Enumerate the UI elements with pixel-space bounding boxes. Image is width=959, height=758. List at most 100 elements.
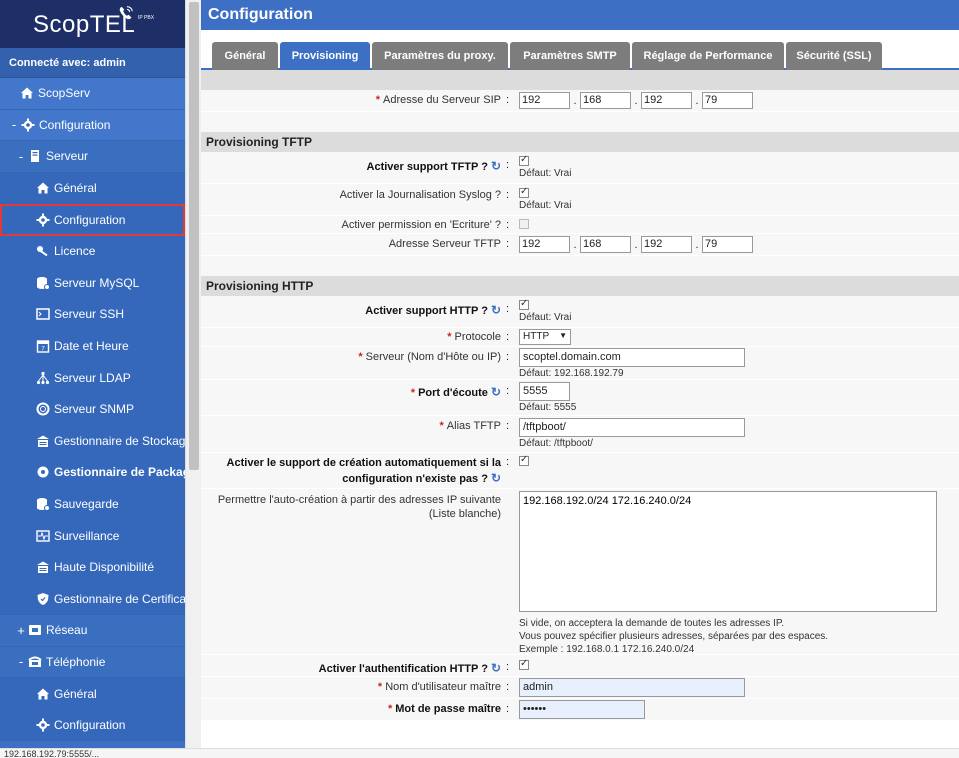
scrollbar-thumb[interactable] — [189, 2, 199, 470]
sip-ip-octet-1[interactable]: 192 — [519, 92, 570, 109]
sidebar-item-configuration[interactable]: Configuration — [0, 709, 185, 742]
tab-ssl[interactable]: Sécurité (SSL) — [786, 42, 882, 70]
lifebuoy-icon — [36, 402, 50, 416]
sip-ip-octet-3[interactable]: 192 — [641, 92, 692, 109]
home-icon — [20, 86, 34, 100]
http-server-label: Serveur (Nom d'Hôte ou IP) — [365, 351, 501, 363]
auth-label: Activer l'authentification HTTP ? — [318, 663, 488, 675]
sidebar-item-serveur-snmp[interactable]: Serveur SNMP — [0, 393, 185, 426]
syslog-label: Activer la Journalisation Syslog ? — [339, 189, 501, 201]
sidebar-item-configuration[interactable]: Configuration — [0, 204, 185, 236]
sip-server-label: Adresse du Serveur SIP — [382, 94, 501, 106]
sidebar-item-label: Serveur — [46, 149, 89, 164]
tab-performance[interactable]: Réglage de Performance — [632, 42, 784, 70]
sidebar-item-label: Général — [54, 181, 97, 196]
tftp-ip-octet-2[interactable]: 168 — [580, 236, 631, 253]
sidebar-item-serveur[interactable]: - Serveur — [0, 141, 185, 173]
sidebar-item-label: Serveur SSH — [54, 307, 125, 322]
alias-row: * Alias TFTP : /tftpboot/Défaut: /tftpboo… — [201, 416, 959, 453]
sidebar-item-g-n-ral[interactable]: Général — [0, 172, 185, 205]
write-permission-checkbox[interactable] — [519, 219, 529, 230]
sidebar-item-sauvegarde[interactable]: Sauvegarde — [0, 488, 185, 521]
password-input[interactable]: •••••• — [519, 700, 645, 719]
http-enable-label: Activer support HTTP ? — [365, 305, 488, 317]
password-row: * Mot de passe maître : •••••• — [201, 699, 959, 721]
sidebar-nav: ScopServ - Configuration - Serveur Général Con… — [0, 78, 185, 742]
alias-label: Alias TFTP — [446, 420, 501, 432]
server-icon — [28, 149, 42, 163]
sidebar-item-label: Téléphonie — [46, 654, 106, 669]
alias-input[interactable]: /tftpboot/ — [519, 418, 745, 437]
user-row: * Nom d'utilisateur maître : admin — [201, 677, 959, 699]
sidebar: ScopTEL IP PBX Connecté avec: admin Scop… — [0, 0, 185, 758]
whitelist-hint-2: Vous pouvez spécifier plusieurs adresses… — [519, 631, 829, 642]
refresh-icon[interactable]: ↻ — [491, 661, 501, 675]
sip-ip-octet-2[interactable]: 168 — [580, 92, 631, 109]
main-content: Configuration Général Provisioning Param… — [201, 0, 959, 758]
user-input[interactable]: admin — [519, 678, 745, 697]
protocol-select[interactable]: HTTP — [519, 329, 571, 345]
key-icon — [36, 244, 50, 258]
tftp-ip-octet-4[interactable]: 79 — [702, 236, 753, 253]
connected-user: Connecté avec: admin — [0, 48, 185, 78]
refresh-icon[interactable]: ↻ — [491, 303, 501, 317]
sidebar-item-label: Serveur MySQL — [54, 275, 140, 290]
sidebar-item-t-l-phonie[interactable]: - Téléphonie — [0, 646, 185, 679]
sidebar-item-label: Haute Disponibilité — [54, 560, 155, 575]
sidebar-item-surveillance[interactable]: Surveillance — [0, 520, 185, 552]
sidebar-item-haute-disponibilit[interactable]: Haute Disponibilité — [0, 551, 185, 584]
refresh-icon[interactable]: ↻ — [491, 385, 501, 399]
expand-toggle[interactable]: + — [16, 623, 26, 638]
refresh-icon[interactable]: ↻ — [491, 159, 501, 173]
sidebar-scrollbar[interactable] — [185, 0, 201, 758]
tftp-ip-octet-3[interactable]: 192 — [641, 236, 692, 253]
sidebar-item-label: Sauvegarde — [54, 497, 119, 512]
sidebar-item-gestionnaire-de-package[interactable]: Gestionnaire de Package — [0, 457, 185, 489]
gear-icon — [36, 718, 50, 732]
syslog-checkbox[interactable] — [519, 186, 529, 199]
http-enable-checkbox[interactable] — [519, 298, 529, 311]
sidebar-item-label: Configuration — [39, 117, 111, 132]
http-server-input[interactable]: scoptel.domain.com — [519, 348, 745, 367]
tab-smtp[interactable]: Paramètres SMTP — [510, 42, 630, 70]
autocreate-label-1: Activer le support de création automatiq… — [226, 457, 501, 469]
network-icon — [28, 623, 42, 637]
sidebar-item-licence[interactable]: Licence — [0, 235, 185, 268]
whitelist-textarea[interactable] — [519, 491, 937, 612]
collapse-toggle[interactable]: - — [16, 149, 26, 164]
tftp-ip-octet-1[interactable]: 192 — [519, 236, 570, 253]
sidebar-item-label: Gestionnaire de Package — [54, 465, 185, 480]
sidebar-item-serveur-ssh[interactable]: Serveur SSH — [0, 299, 185, 331]
logo: ScopTEL IP PBX — [0, 0, 185, 48]
sidebar-item-label: Gestionnaire de Stockage — [54, 433, 185, 448]
port-label: Port d'écoute — [418, 387, 488, 399]
tftp-enable-row: Activer support TFTP ?↻ : Défaut: Vrai — [201, 152, 959, 184]
sidebar-item-scopserv[interactable]: ScopServ — [0, 78, 185, 110]
required-marker: * — [439, 420, 444, 432]
tab-proxy[interactable]: Paramètres du proxy. — [372, 42, 508, 70]
storage-icon — [36, 560, 50, 574]
tftp-enable-checkbox[interactable] — [519, 154, 529, 167]
tab-general[interactable]: Général — [212, 42, 278, 70]
sidebar-item-gestionnaire-de-stockage[interactable]: Gestionnaire de Stockage — [0, 425, 185, 458]
auth-checkbox[interactable] — [519, 658, 529, 671]
refresh-icon[interactable]: ↻ — [491, 471, 501, 485]
collapse-toggle[interactable]: - — [16, 654, 26, 669]
home-icon — [36, 181, 50, 195]
sidebar-item-g-n-ral[interactable]: Général — [0, 678, 185, 710]
tab-provisioning[interactable]: Provisioning — [280, 42, 370, 70]
collapse-toggle[interactable]: - — [9, 117, 19, 132]
sidebar-item-label: Configuration — [54, 718, 126, 733]
sidebar-item-configuration[interactable]: - Configuration — [0, 109, 185, 142]
sidebar-item-serveur-ldap[interactable]: Serveur LDAP — [0, 362, 185, 394]
sidebar-item-date-et-heure[interactable]: 7 Date et Heure — [0, 330, 185, 363]
port-input[interactable]: 5555 — [519, 382, 570, 401]
sip-ip-octet-4[interactable]: 79 — [702, 92, 753, 109]
sidebar-item-r-seau[interactable]: + Réseau — [0, 615, 185, 647]
sidebar-item-serveur-mysql[interactable]: Serveur MySQL — [0, 267, 185, 300]
calendar-icon: 7 — [36, 339, 50, 353]
whitelist-hint-1: Si vide, on acceptera la demande de tout… — [519, 618, 784, 629]
sidebar-item-gestionnaire-de-certificats[interactable]: Gestionnaire de Certificats — [0, 583, 185, 616]
autocreate-checkbox[interactable] — [519, 454, 529, 467]
syslog-row: Activer la Journalisation Syslog ? : Déf… — [201, 184, 959, 216]
